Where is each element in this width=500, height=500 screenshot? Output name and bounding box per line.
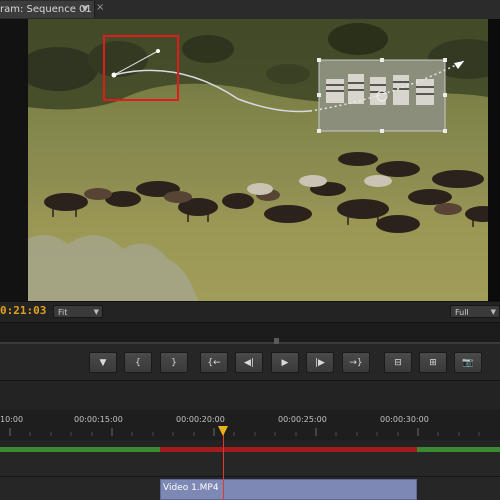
go-to-in-button[interactable]: {← xyxy=(200,352,228,373)
marker-icon: ▼ xyxy=(99,358,107,368)
play-icon: ▶ xyxy=(281,358,289,368)
zoom-level-dropdown[interactable]: Fit ▼ xyxy=(53,305,103,318)
resolution-value: Full xyxy=(455,308,469,317)
playhead-line[interactable] xyxy=(223,434,224,500)
clip-label: Video 1.MP4 xyxy=(163,483,219,493)
playhead-handle[interactable] xyxy=(218,426,228,436)
chevron-down-icon: ▼ xyxy=(490,308,496,316)
mark-out-icon: } xyxy=(171,358,177,368)
export-frame-button[interactable]: 📷 xyxy=(454,352,482,373)
chevron-down-icon: ▼ xyxy=(93,308,99,316)
step-forward-icon: |▶ xyxy=(315,358,325,368)
mark-in-button[interactable]: { xyxy=(124,352,152,373)
monitor-margin xyxy=(488,19,500,301)
step-forward-button[interactable]: |▶ xyxy=(306,352,334,373)
zoom-level-value: Fit xyxy=(58,308,68,317)
go-to-out-button[interactable]: →} xyxy=(342,352,370,373)
extract-button[interactable]: ⊞ xyxy=(419,352,447,373)
ruler-ticks xyxy=(9,428,480,436)
video-scene xyxy=(28,19,500,301)
close-icon[interactable]: × xyxy=(96,2,104,13)
mark-out-button[interactable]: } xyxy=(160,352,188,373)
ruler-timecode: 00:00:20:00 xyxy=(176,415,225,424)
mark-in-icon: { xyxy=(135,358,141,368)
ruler-timecode: 10:00 xyxy=(0,415,24,424)
lift-icon: ⊟ xyxy=(394,358,402,368)
extract-icon: ⊞ xyxy=(429,358,437,368)
lift-button[interactable]: ⊟ xyxy=(384,352,412,373)
ruler-timecode: 00:00:30:00 xyxy=(380,415,429,424)
go-to-out-icon: →} xyxy=(349,358,363,368)
tab-program-monitor[interactable]: ram: Sequence 01 ▼ xyxy=(0,1,95,18)
panel-menu-icon[interactable]: ▼ xyxy=(82,4,92,14)
camera-icon: 📷 xyxy=(462,358,474,368)
play-button[interactable]: ▶ xyxy=(271,352,299,373)
step-back-button[interactable]: ◀| xyxy=(235,352,263,373)
step-back-icon: ◀| xyxy=(244,358,254,368)
ruler-timecode: 00:00:15:00 xyxy=(74,415,123,424)
tab-label: ram: Sequence 01 xyxy=(0,4,92,15)
track-divider xyxy=(0,476,500,477)
video-frame[interactable] xyxy=(28,19,500,301)
add-marker-button[interactable]: ▼ xyxy=(89,352,117,373)
playhead-timecode[interactable]: 0:21:03 xyxy=(0,304,46,317)
go-to-in-icon: {← xyxy=(207,358,221,368)
ruler-timecode: 00:00:25:00 xyxy=(278,415,327,424)
playback-resolution-dropdown[interactable]: Full ▼ xyxy=(450,305,500,318)
timeline-header xyxy=(0,380,500,411)
